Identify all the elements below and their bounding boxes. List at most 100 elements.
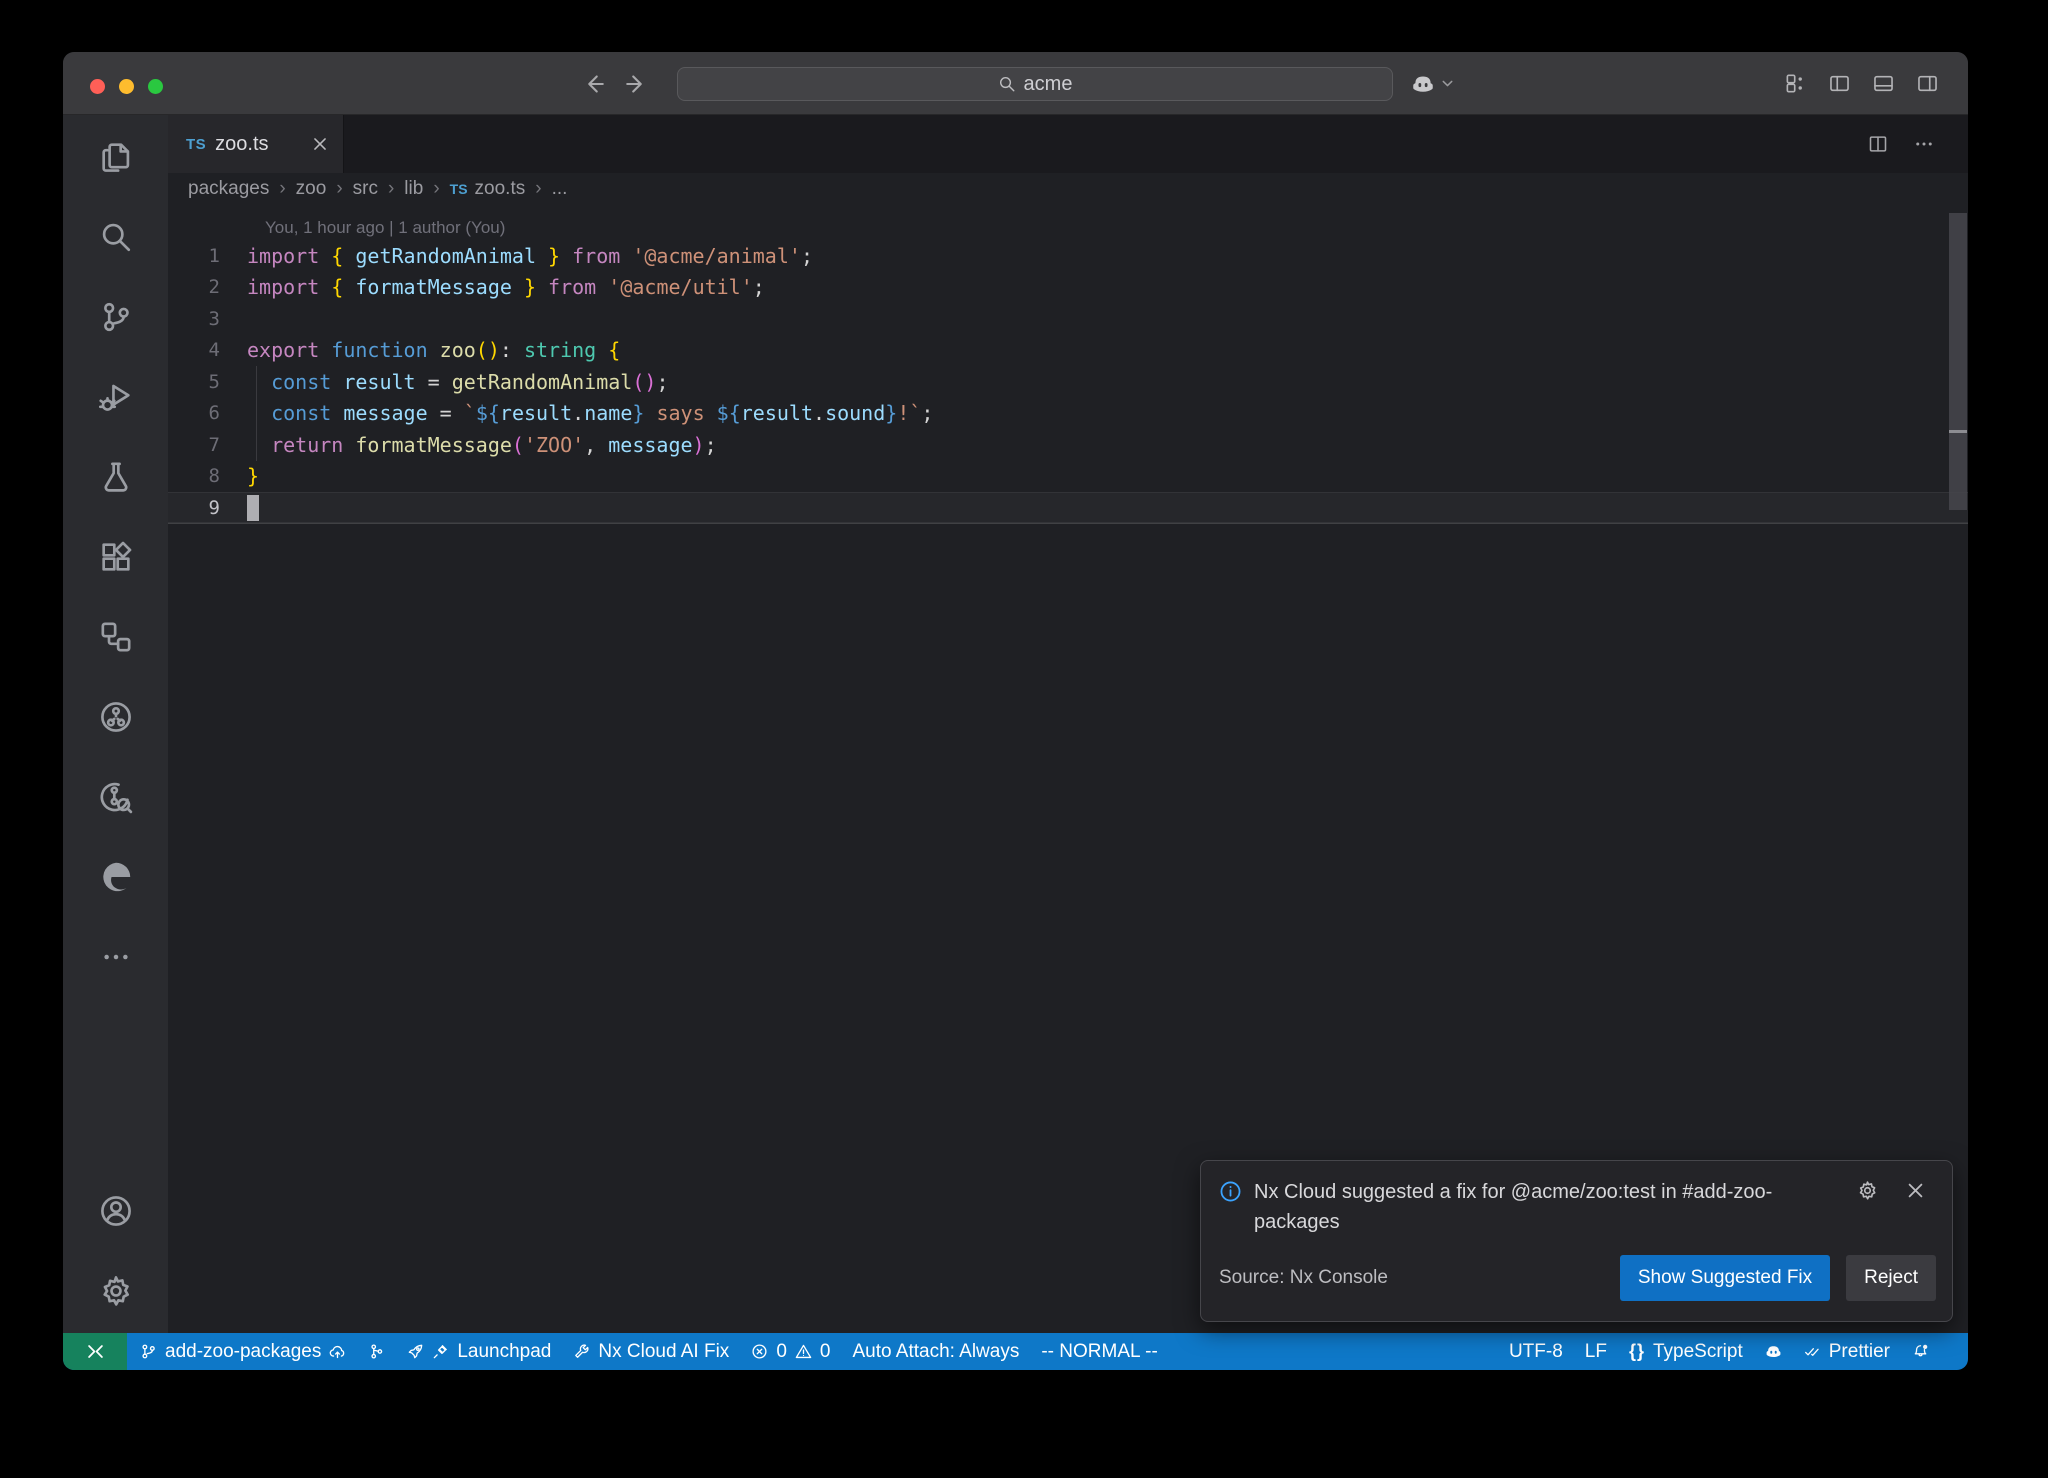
zoom-window-button[interactable] [148, 79, 163, 94]
code-line[interactable]: 8} [168, 461, 1968, 493]
wrench-icon [573, 1343, 590, 1360]
language-item[interactable]: {} TypeScript [1618, 1333, 1754, 1370]
source-control-button[interactable] [63, 277, 168, 357]
scrollbar-thumb[interactable] [1949, 213, 1967, 510]
line-number: 4 [168, 339, 247, 361]
split-editor-button[interactable] [1868, 134, 1888, 154]
problems-item[interactable]: 00 [740, 1333, 841, 1370]
additional-views-button[interactable] [63, 917, 168, 997]
titlebar: acme [63, 52, 1968, 115]
minimize-window-button[interactable] [119, 79, 134, 94]
breadcrumb-item[interactable]: packages [188, 178, 269, 200]
toggle-panel-button[interactable] [1873, 73, 1894, 94]
traffic-lights [90, 79, 163, 94]
vim-mode-item[interactable]: -- NORMAL -- [1030, 1333, 1168, 1370]
vscode-window: acme TS zoo.ts [63, 52, 1968, 1370]
code-line[interactable]: 9 [168, 492, 1968, 524]
customize-layout-button[interactable] [1785, 73, 1806, 94]
testing-button[interactable] [63, 437, 168, 517]
breadcrumb-item[interactable]: src [353, 178, 378, 200]
notification-settings-icon[interactable] [1857, 1180, 1878, 1201]
search-button[interactable] [63, 197, 168, 277]
launchpad-item[interactable]: Launchpad [396, 1333, 562, 1370]
braces-icon: {} [1629, 1341, 1645, 1362]
close-window-button[interactable] [90, 79, 105, 94]
reject-button[interactable]: Reject [1846, 1255, 1936, 1301]
command-center-search[interactable]: acme [677, 67, 1393, 101]
status-label: add-zoo-packages [165, 1341, 321, 1363]
line-number: 9 [168, 497, 247, 519]
code-line[interactable]: 6 const message = `${result.name} says $… [168, 398, 1968, 430]
search-icon [99, 220, 133, 254]
status-label: Launchpad [457, 1341, 551, 1363]
code-line[interactable]: 5 const result = getRandomAnimal(); [168, 366, 1968, 398]
status-label: UTF-8 [1509, 1341, 1563, 1363]
explorer-button[interactable] [63, 117, 168, 197]
copilot-menu-button[interactable] [1411, 52, 1455, 115]
breadcrumb-item[interactable]: zoo [296, 178, 327, 200]
encoding-item[interactable]: UTF-8 [1498, 1333, 1574, 1370]
warning-icon [795, 1343, 812, 1360]
explorer-icon [99, 140, 133, 174]
code-line[interactable]: 1import { getRandomAnimal } from '@acme/… [168, 240, 1968, 272]
line-number: 7 [168, 434, 247, 456]
forward-button[interactable] [625, 72, 649, 96]
breadcrumb: packages›zoo›src›lib›TSzoo.ts›... [168, 173, 1968, 205]
notifications-bell-item[interactable] [1901, 1333, 1940, 1370]
status-label: -- NORMAL -- [1041, 1341, 1157, 1363]
copilot-status-item[interactable] [1754, 1333, 1793, 1370]
breadcrumb-separator: › [433, 178, 439, 200]
prettier-item[interactable]: Prettier [1793, 1333, 1901, 1370]
gitlens-button[interactable] [63, 757, 168, 837]
close-tab-icon[interactable] [311, 135, 329, 153]
tab-label: zoo.ts [215, 133, 268, 156]
text-cursor-block [247, 495, 259, 521]
nx-cloud-ai-fix-item[interactable]: Nx Cloud AI Fix [562, 1333, 740, 1370]
breadcrumb-separator: › [279, 178, 285, 200]
extensions-button[interactable] [63, 517, 168, 597]
overview-ruler-cursor-marker [1949, 430, 1967, 433]
edge-icon [99, 860, 133, 894]
breadcrumb-more[interactable]: ... [552, 178, 568, 200]
typescript-file-icon: TS [186, 136, 206, 153]
ellipsis-icon [101, 942, 131, 972]
plug-icon [432, 1343, 449, 1360]
testing-icon [99, 460, 133, 494]
branch-status-item[interactable]: add-zoo-packages [129, 1333, 357, 1370]
code-line[interactable]: 2import { formatMessage } from '@acme/ut… [168, 272, 1968, 304]
code-line[interactable]: 7 return formatMessage('ZOO', message); [168, 429, 1968, 461]
git-graph-button[interactable] [63, 677, 168, 757]
show-suggested-fix-button[interactable]: Show Suggested Fix [1620, 1255, 1830, 1301]
info-icon [1219, 1180, 1242, 1203]
notification-close-icon[interactable] [1905, 1180, 1926, 1201]
code-line[interactable]: 3 [168, 303, 1968, 335]
breadcrumb-item[interactable]: lib [404, 178, 423, 200]
auto-attach-item[interactable]: Auto Attach: Always [841, 1333, 1030, 1370]
remote-icon [86, 1342, 105, 1361]
toggle-secondary-sidebar-button[interactable] [1917, 73, 1938, 94]
edge-tools-button[interactable] [63, 837, 168, 917]
remote-indicator[interactable] [63, 1333, 127, 1370]
toggle-primary-sidebar-button[interactable] [1829, 73, 1850, 94]
code-text: } [247, 464, 259, 488]
status-label: 0 [820, 1341, 831, 1363]
breadcrumb-separator: › [336, 178, 342, 200]
git-blame-annotation: You, 1 hour ago | 1 author (You) [168, 205, 1968, 240]
gitlens-icon [99, 780, 133, 814]
status-label: LF [1585, 1341, 1607, 1363]
tab-zoo-ts[interactable]: TS zoo.ts [168, 115, 344, 173]
line-number: 8 [168, 465, 247, 487]
breadcrumb-file[interactable]: TSzoo.ts [450, 178, 526, 200]
run-debug-button[interactable] [63, 357, 168, 437]
settings-button[interactable] [63, 1251, 168, 1331]
eol-item[interactable]: LF [1574, 1333, 1618, 1370]
status-label: TypeScript [1653, 1341, 1743, 1363]
breadcrumb-separator: › [388, 178, 394, 200]
settings-gear-icon [99, 1274, 133, 1308]
source-control-graph-item[interactable] [357, 1333, 396, 1370]
accounts-button[interactable] [63, 1171, 168, 1251]
editor-actions-more-button[interactable] [1914, 134, 1934, 154]
back-button[interactable] [581, 72, 605, 96]
code-line[interactable]: 4export function zoo(): string { [168, 335, 1968, 367]
nx-console-button[interactable] [63, 597, 168, 677]
